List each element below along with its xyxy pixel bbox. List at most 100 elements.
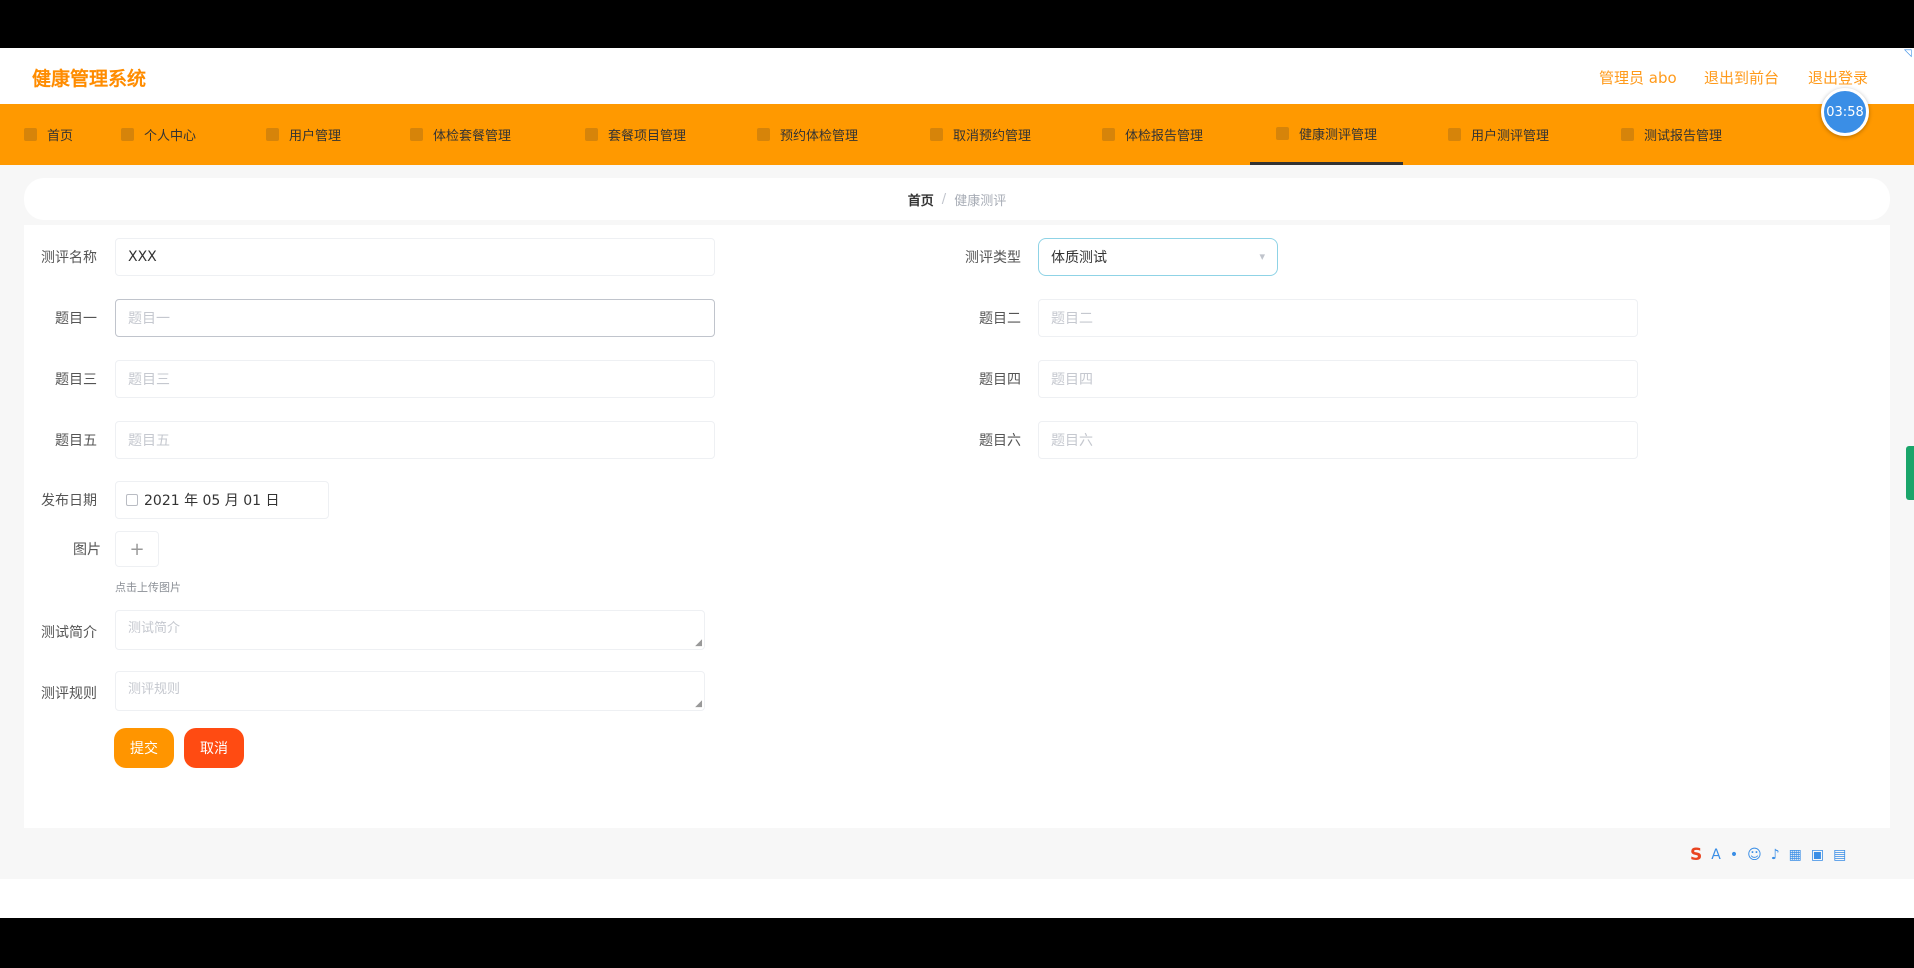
punctuation-icon[interactable]: • xyxy=(1730,847,1738,863)
grid-icon xyxy=(585,128,598,141)
q1-label: 题目一 xyxy=(55,311,97,327)
ime-logo-icon[interactable]: S xyxy=(1690,845,1702,865)
resize-handle-icon[interactable]: ◢ xyxy=(695,638,702,648)
q5-label: 题目五 xyxy=(55,433,97,449)
q3-placeholder: 题目三 xyxy=(128,372,170,388)
upload-hint: 点击上传图片 xyxy=(115,581,181,594)
plus-icon: + xyxy=(129,538,145,560)
intro-placeholder: 测试简介 xyxy=(128,621,181,636)
nav-item-health-assessment-management[interactable]: 健康测评管理 xyxy=(1250,104,1404,165)
nav-item-label: 体检报告管理 xyxy=(1125,129,1204,144)
q4-label: 题目四 xyxy=(979,372,1021,388)
menu-icon[interactable]: ▤ xyxy=(1833,847,1846,863)
microphone-icon[interactable]: ♪ xyxy=(1771,847,1780,863)
breadcrumb: 首页 / 健康测评 xyxy=(24,178,1890,220)
intro-textarea[interactable]: 测试简介 ◢ xyxy=(115,610,705,650)
nav-item-label: 首页 xyxy=(47,129,74,144)
type-value: 体质测试 xyxy=(1051,250,1107,266)
breadcrumb-home[interactable]: 首页 xyxy=(908,190,934,209)
nav-item-label: 取消预约管理 xyxy=(953,129,1032,144)
app-title: 健康管理系统 xyxy=(32,68,147,90)
q5-placeholder: 题目五 xyxy=(128,433,170,449)
rules-placeholder: 测评规则 xyxy=(128,682,181,697)
main-nav: 首页 个人中心 用户管理 体检套餐管理 套餐项目管理 预约体检管理 取消预约管理 xyxy=(0,104,1914,165)
nav-item-package-item-management[interactable]: 套餐项目管理 xyxy=(585,104,686,165)
grid-icon xyxy=(1448,128,1461,141)
date-value: 2021 年 05 月 01 日 xyxy=(144,493,280,509)
name-value: XXX xyxy=(128,249,157,265)
grid-icon xyxy=(410,128,423,141)
date-picker[interactable]: 2021 年 05 月 01 日 xyxy=(115,481,329,519)
calendar-icon xyxy=(126,494,138,506)
q2-input[interactable]: 题目二 xyxy=(1038,299,1638,337)
q4-input[interactable]: 题目四 xyxy=(1038,360,1638,398)
image-upload-button[interactable]: + xyxy=(115,531,159,567)
nav-item-label: 预约体检管理 xyxy=(780,129,859,144)
cancel-button[interactable]: 取消 xyxy=(184,728,244,768)
nav-item-label: 个人中心 xyxy=(144,129,197,144)
type-label: 测评类型 xyxy=(965,250,1021,266)
rules-textarea[interactable]: 测评规则 ◢ xyxy=(115,671,705,711)
ime-toolbar: S A • ☺ ♪ ▦ ▣ ▤ xyxy=(1690,845,1846,865)
q6-input[interactable]: 题目六 xyxy=(1038,421,1638,459)
type-select[interactable]: 体质测试 ▾ xyxy=(1038,238,1278,276)
font-icon[interactable]: A xyxy=(1711,847,1721,863)
q3-input[interactable]: 题目三 xyxy=(115,360,715,398)
q2-label: 题目二 xyxy=(979,311,1021,327)
q2-placeholder: 题目二 xyxy=(1051,311,1093,327)
nav-item-label: 体检套餐管理 xyxy=(433,129,512,144)
browser-viewport: 健康管理系统 管理员 abo 退出到前台 退出登录 首页 个人中心 用户管理 体… xyxy=(0,48,1914,918)
q5-input[interactable]: 题目五 xyxy=(115,421,715,459)
grid-icon xyxy=(1102,128,1115,141)
document-icon xyxy=(1621,128,1634,141)
grid-icon xyxy=(930,128,943,141)
corner-indicator-icon: ◹ xyxy=(1904,48,1912,59)
nav-item-report-management[interactable]: 体检报告管理 xyxy=(1102,104,1203,165)
q4-placeholder: 题目四 xyxy=(1051,372,1093,388)
clock-badge: 03:58 xyxy=(1821,88,1869,136)
nav-item-label: 健康测评管理 xyxy=(1299,127,1378,143)
home-icon xyxy=(24,128,37,141)
q1-placeholder: 题目一 xyxy=(128,311,170,327)
resize-handle-icon[interactable]: ◢ xyxy=(695,699,702,709)
nav-item-user-assessment-management[interactable]: 用户测评管理 xyxy=(1448,104,1549,165)
intro-label: 测试简介 xyxy=(41,625,97,641)
nav-item-cancel-appointment-management[interactable]: 取消预约管理 xyxy=(930,104,1031,165)
top-header: 健康管理系统 管理员 abo 退出到前台 退出登录 xyxy=(0,48,1914,104)
date-label: 发布日期 xyxy=(41,493,97,509)
current-user-link[interactable]: 管理员 abo xyxy=(1599,67,1677,88)
main-content: 首页 / 健康测评 测评名称 XXX 测评类型 体质测试 ▾ 题目一 题目一 题… xyxy=(0,165,1914,879)
nav-item-home[interactable]: 首页 xyxy=(24,104,73,165)
q6-placeholder: 题目六 xyxy=(1051,433,1093,449)
image-label: 图片 xyxy=(73,542,101,558)
logout-link[interactable]: 退出登录 xyxy=(1808,67,1868,88)
submit-button[interactable]: 提交 xyxy=(114,728,174,768)
grid-icon xyxy=(1276,126,1289,140)
chevron-down-icon: ▾ xyxy=(1259,250,1265,263)
breadcrumb-current: 健康测评 xyxy=(954,193,1007,209)
nav-item-label: 用户测评管理 xyxy=(1471,129,1550,144)
document-icon xyxy=(757,128,770,141)
nav-item-label: 用户管理 xyxy=(289,129,342,144)
nav-item-label: 测试报告管理 xyxy=(1644,129,1723,144)
name-input[interactable]: XXX xyxy=(115,238,715,276)
nav-item-test-report-management[interactable]: 测试报告管理 xyxy=(1621,104,1722,165)
q1-input[interactable]: 题目一 xyxy=(115,299,715,337)
assessment-form: 测评名称 XXX 测评类型 体质测试 ▾ 题目一 题目一 题目二 题目二 题目三… xyxy=(24,225,1890,828)
q6-label: 题目六 xyxy=(979,433,1021,449)
nav-item-appointment-management[interactable]: 预约体检管理 xyxy=(757,104,858,165)
q3-label: 题目三 xyxy=(55,372,97,388)
breadcrumb-separator: / xyxy=(941,191,947,207)
skin-icon[interactable]: ▣ xyxy=(1811,847,1824,863)
rules-label: 测评规则 xyxy=(41,686,97,702)
nav-item-user-management[interactable]: 用户管理 xyxy=(266,104,341,165)
name-label: 测评名称 xyxy=(41,250,97,266)
keyboard-icon[interactable]: ▦ xyxy=(1789,847,1802,863)
side-float-tab[interactable] xyxy=(1906,446,1914,500)
users-icon xyxy=(266,128,279,141)
exit-to-frontend-link[interactable]: 退出到前台 xyxy=(1704,67,1779,88)
nav-item-package-management[interactable]: 体检套餐管理 xyxy=(410,104,511,165)
emoji-icon[interactable]: ☺ xyxy=(1747,847,1762,863)
nav-item-personal-center[interactable]: 个人中心 xyxy=(121,104,196,165)
user-icon xyxy=(121,128,134,141)
